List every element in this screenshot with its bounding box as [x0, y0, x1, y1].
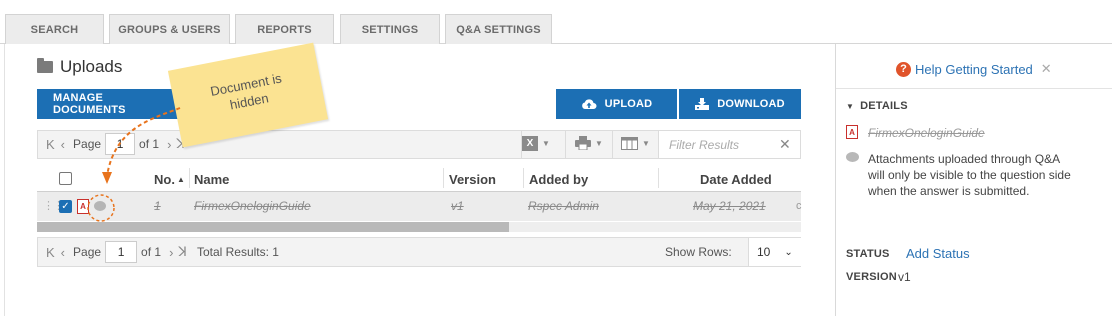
help-link[interactable]: Help Getting Started: [915, 62, 1033, 77]
row-name[interactable]: FirmexOneloginGuide: [194, 199, 311, 213]
overflow-icon: c: [796, 200, 802, 212]
show-rows-select[interactable]: 10 ⌄: [748, 238, 801, 266]
row-checkbox[interactable]: ✓: [59, 200, 72, 213]
caret-down-icon: ▼: [846, 102, 855, 111]
column-divider: [658, 168, 659, 188]
header-name[interactable]: Name: [194, 170, 229, 188]
prev-page-icon[interactable]: ‹: [61, 245, 65, 260]
page-title-text: Uploads: [60, 57, 123, 76]
download-label: DOWNLOAD: [717, 98, 785, 110]
caret-down-icon: ▼: [642, 139, 650, 148]
attachment-note: Attachments uploaded through Q&A will on…: [868, 151, 1071, 199]
status-label: STATUS: [846, 248, 890, 260]
page-input[interactable]: 1: [105, 241, 138, 263]
row-date-added: May 21, 2021: [693, 199, 766, 213]
attachment-note-line: will only be visible to the question sid…: [868, 168, 1071, 182]
details-filename: FirmexOneloginGuide: [868, 126, 985, 140]
column-divider: [443, 168, 444, 188]
first-page-icon[interactable]: K: [46, 137, 55, 152]
annotation-arrow: [87, 107, 181, 222]
filter-placeholder: Filter Results: [669, 137, 740, 152]
tab-search[interactable]: SEARCH: [5, 14, 104, 44]
header-version[interactable]: Version: [449, 170, 496, 188]
page-label: Page: [73, 245, 102, 259]
details-section-toggle[interactable]: ▼ DETAILS: [846, 100, 908, 112]
clear-filter-icon[interactable]: ✕: [779, 136, 791, 153]
header-version-label: Version: [449, 171, 496, 187]
attachment-note-line: when the answer is submitted.: [868, 184, 1030, 198]
columns-button[interactable]: ▼: [621, 137, 650, 150]
tab-bar: SEARCH GROUPS & USERS REPORTS SETTINGS Q…: [0, 0, 1112, 44]
of-pages-label: of 1: [141, 245, 162, 259]
folder-icon: [37, 58, 53, 73]
panel-divider: [836, 88, 1112, 89]
columns-icon: [621, 137, 638, 150]
row-version: v1: [451, 199, 464, 213]
comment-icon: [846, 152, 859, 162]
last-page-icon[interactable]: ꓘ: [178, 244, 187, 260]
tab-groups-users[interactable]: GROUPS & USERS: [109, 14, 230, 44]
download-button[interactable]: DOWNLOAD: [679, 89, 801, 119]
cloud-upload-icon: [581, 99, 597, 109]
column-divider: [523, 168, 524, 188]
page-title: Uploads: [37, 56, 122, 78]
select-all-checkbox[interactable]: [59, 172, 72, 185]
caret-down-icon: ▼: [542, 139, 550, 148]
excel-icon: X: [522, 136, 538, 151]
help-getting-started: ? Help Getting Started ✕: [896, 61, 1052, 77]
next-page-icon[interactable]: ›: [169, 245, 173, 260]
panel-edge: [4, 44, 5, 316]
show-rows-value: 10: [757, 245, 771, 259]
toolbar-divider: [612, 131, 613, 158]
caret-down-icon: ▼: [595, 138, 603, 148]
upload-button[interactable]: UPLOAD: [556, 89, 677, 119]
row-added-by: Rspec Admin: [528, 199, 599, 213]
show-rows-label: Show Rows:: [665, 245, 732, 259]
upload-label: UPLOAD: [604, 98, 653, 110]
header-name-label: Name: [194, 171, 230, 187]
download-icon: [695, 98, 710, 110]
print-button[interactable]: ▼: [575, 136, 603, 150]
header-added-by[interactable]: Added by: [529, 170, 588, 188]
excel-export-button[interactable]: X ▼: [522, 136, 550, 151]
header-added-by-label: Added by: [529, 171, 589, 187]
help-icon[interactable]: ?: [896, 61, 911, 77]
total-results: Total Results: 1: [196, 245, 279, 259]
chevron-down-icon: ⌄: [784, 246, 793, 258]
header-date-added-label: Date Added: [700, 171, 772, 187]
tab-reports[interactable]: REPORTS: [235, 14, 334, 44]
tab-settings[interactable]: SETTINGS: [340, 14, 440, 44]
printer-icon: [575, 136, 591, 150]
attachment-note-line: Attachments uploaded through Q&A: [868, 152, 1061, 166]
toolbar-divider: [565, 131, 566, 158]
close-icon[interactable]: ✕: [1041, 61, 1052, 77]
pdf-icon: A: [846, 125, 858, 139]
header-date-added[interactable]: Date Added: [700, 170, 772, 188]
first-page-icon[interactable]: K: [46, 245, 55, 260]
version-value: v1: [898, 270, 911, 284]
add-status-link[interactable]: Add Status: [906, 246, 970, 261]
prev-page-icon[interactable]: ‹: [61, 137, 65, 152]
bottom-pager: K ‹ Page 1 of 1 › ꓘ Total Results: 1: [46, 238, 279, 266]
details-section-title: DETAILS: [860, 100, 908, 112]
version-label: VERSION: [846, 271, 897, 283]
tab-qa-settings[interactable]: Q&A SETTINGS: [445, 14, 552, 44]
